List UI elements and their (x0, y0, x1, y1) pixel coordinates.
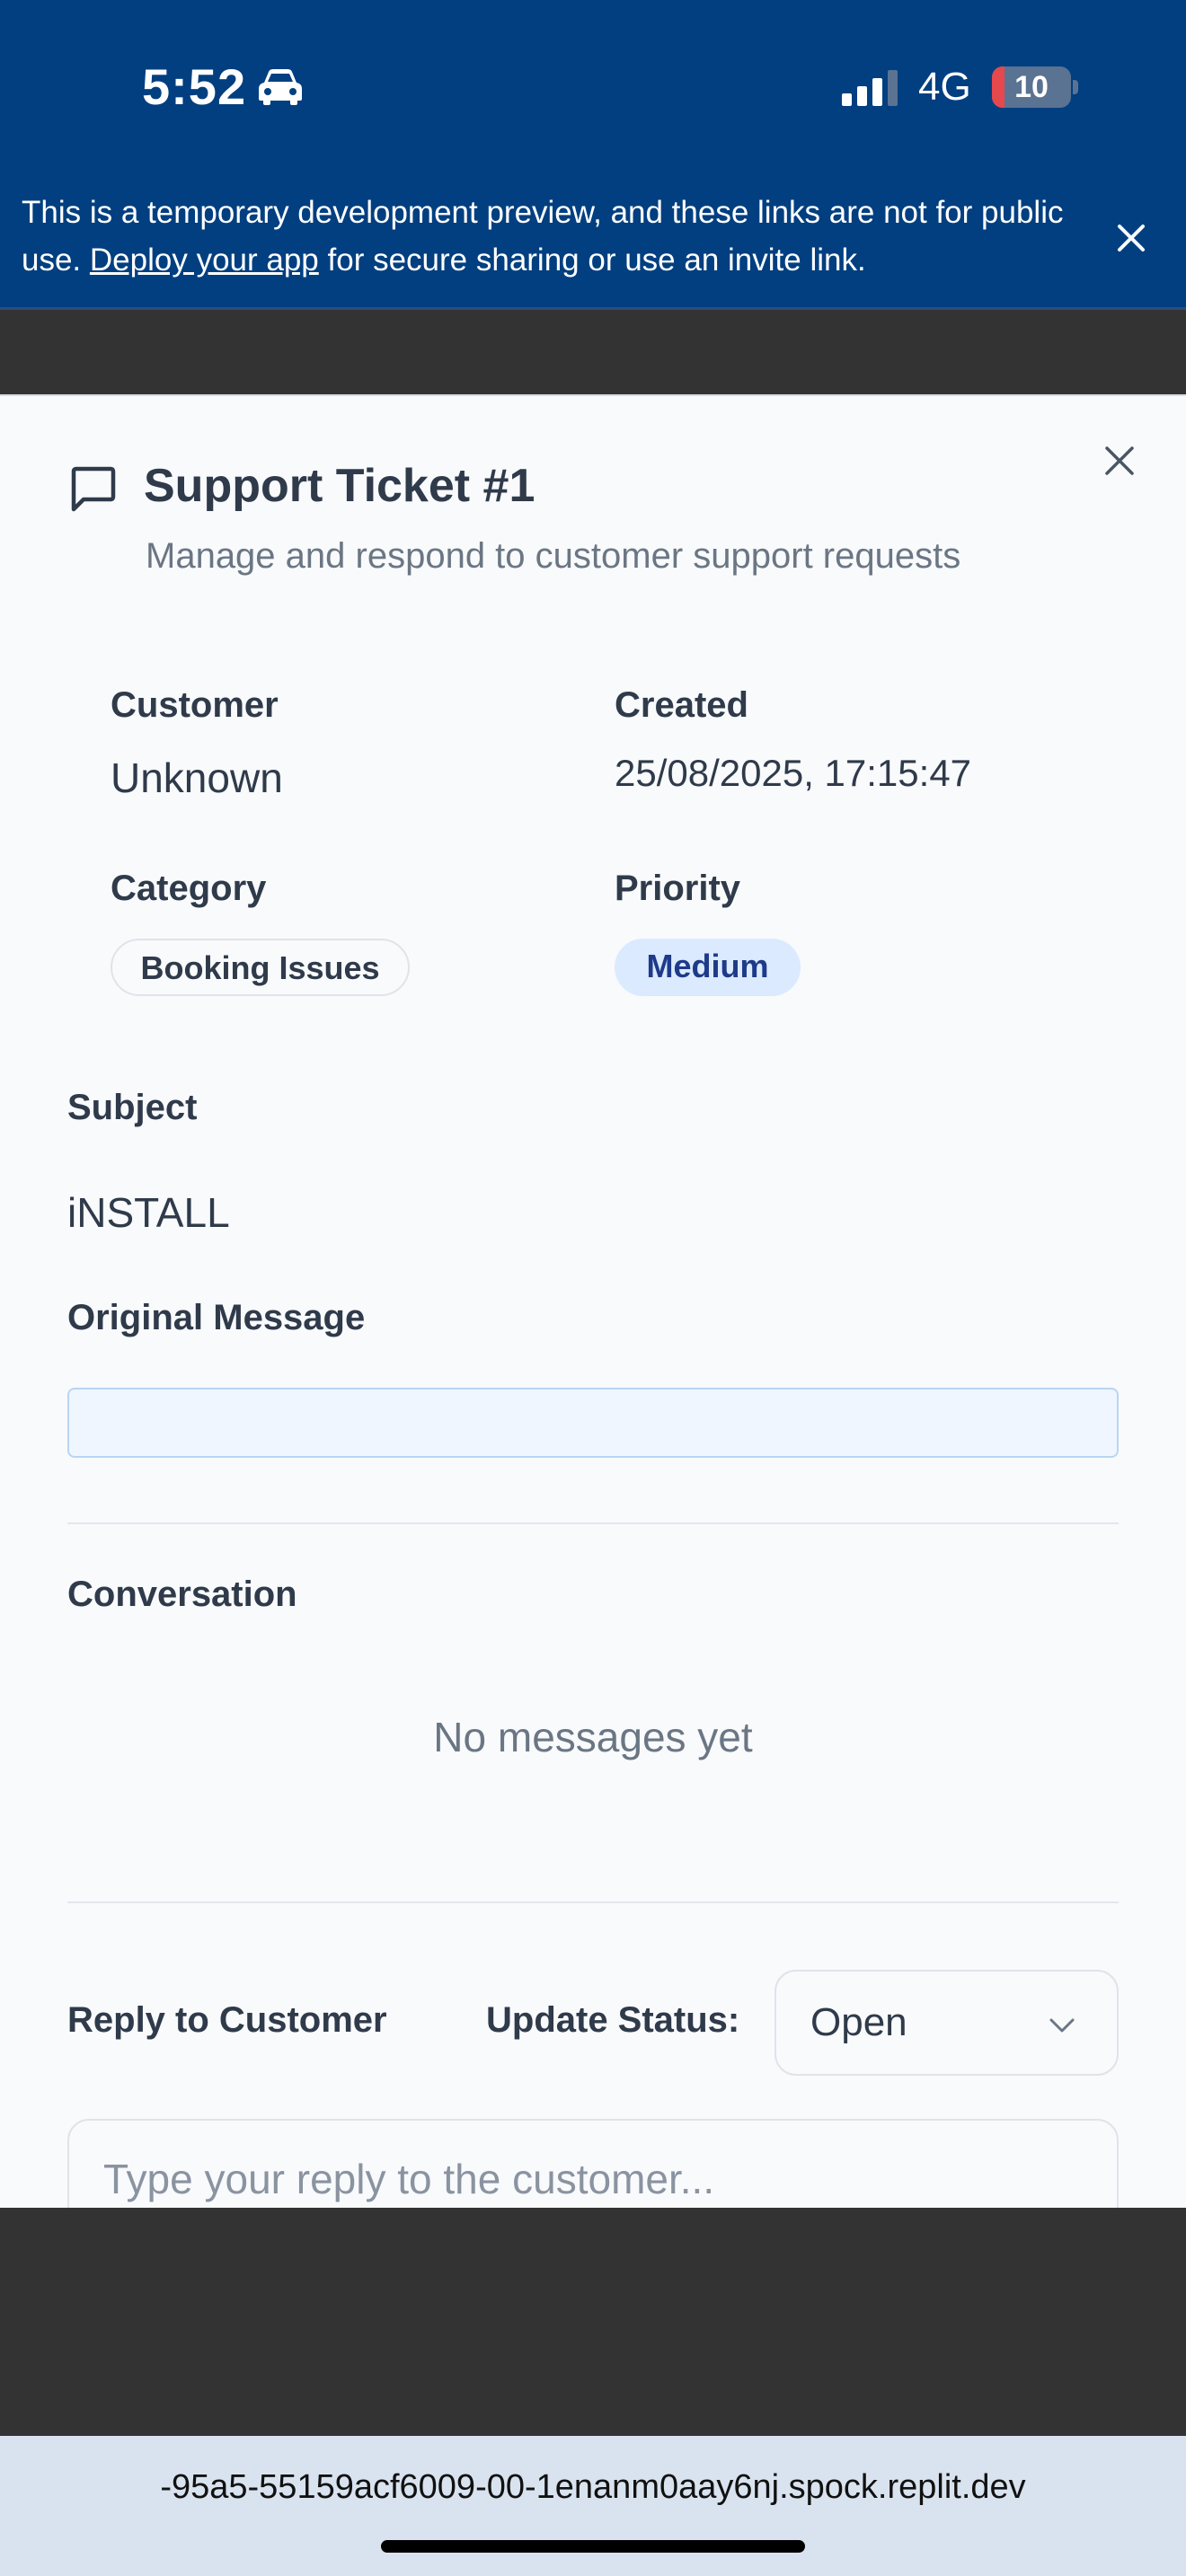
url-text: -95a5-55159acf6009-00-1enanm0aay6nj.spoc… (160, 2468, 1026, 2506)
close-icon[interactable] (1102, 443, 1137, 479)
subject-value: iNSTALL (67, 1189, 230, 1236)
car-icon (259, 69, 302, 105)
status-select-value: Open (810, 2000, 907, 2044)
cellular-signal-icon (842, 70, 898, 106)
status-bar: 5:52 4G 10 (0, 0, 1186, 180)
dev-preview-banner: This is a temporary development preview,… (22, 189, 1082, 284)
battery-tip (1073, 80, 1078, 94)
banner-text-after: for secure sharing or use an invite link… (318, 243, 866, 278)
priority-badge: Medium (615, 939, 801, 996)
close-icon[interactable] (1111, 217, 1152, 259)
chevron-down-icon (1049, 2018, 1075, 2033)
support-ticket-dialog: Support Ticket #1 Manage and respond to … (0, 394, 1186, 2208)
status-time: 5:52 (142, 58, 247, 115)
battery-icon: 10 (992, 66, 1071, 108)
browser-address-bar[interactable]: -95a5-55159acf6009-00-1enanm0aay6nj.spoc… (0, 2436, 1186, 2576)
reply-placeholder: Type your reply to the customer... (103, 2156, 715, 2202)
created-label: Created (615, 685, 748, 725)
conversation-empty-state: No messages yet (433, 1714, 753, 1760)
divider (67, 1901, 1119, 1903)
network-type: 4G (918, 65, 971, 109)
update-status-label: Update Status: (486, 2000, 740, 2040)
deploy-app-link[interactable]: Deploy your app (90, 243, 319, 278)
battery-percent: 10 (1014, 70, 1049, 104)
message-square-icon (71, 466, 116, 512)
top-region: 5:52 4G 10 This is a temporary developme… (0, 0, 1186, 310)
dialog-title: Support Ticket #1 (144, 460, 535, 512)
overlay-backdrop (0, 310, 1186, 394)
dialog-subtitle: Manage and respond to customer support r… (146, 536, 961, 576)
reply-textarea[interactable]: Type your reply to the customer... (67, 2119, 1119, 2208)
subject-label: Subject (67, 1088, 198, 1127)
original-message-box (67, 1388, 1119, 1458)
customer-value: Unknown (111, 754, 283, 801)
priority-label: Priority (615, 869, 741, 908)
conversation-label: Conversation (67, 1575, 297, 1614)
overlay-backdrop (0, 2208, 1186, 2436)
original-message-label: Original Message (67, 1298, 366, 1337)
created-value: 25/08/2025, 17:15:47 (615, 752, 972, 794)
reply-label: Reply to Customer (67, 2000, 387, 2040)
divider (67, 1522, 1119, 1524)
customer-label: Customer (111, 685, 279, 725)
status-select[interactable]: Open (774, 1970, 1119, 2076)
category-label: Category (111, 869, 267, 908)
home-indicator[interactable] (381, 2540, 805, 2553)
category-badge: Booking Issues (111, 939, 410, 996)
